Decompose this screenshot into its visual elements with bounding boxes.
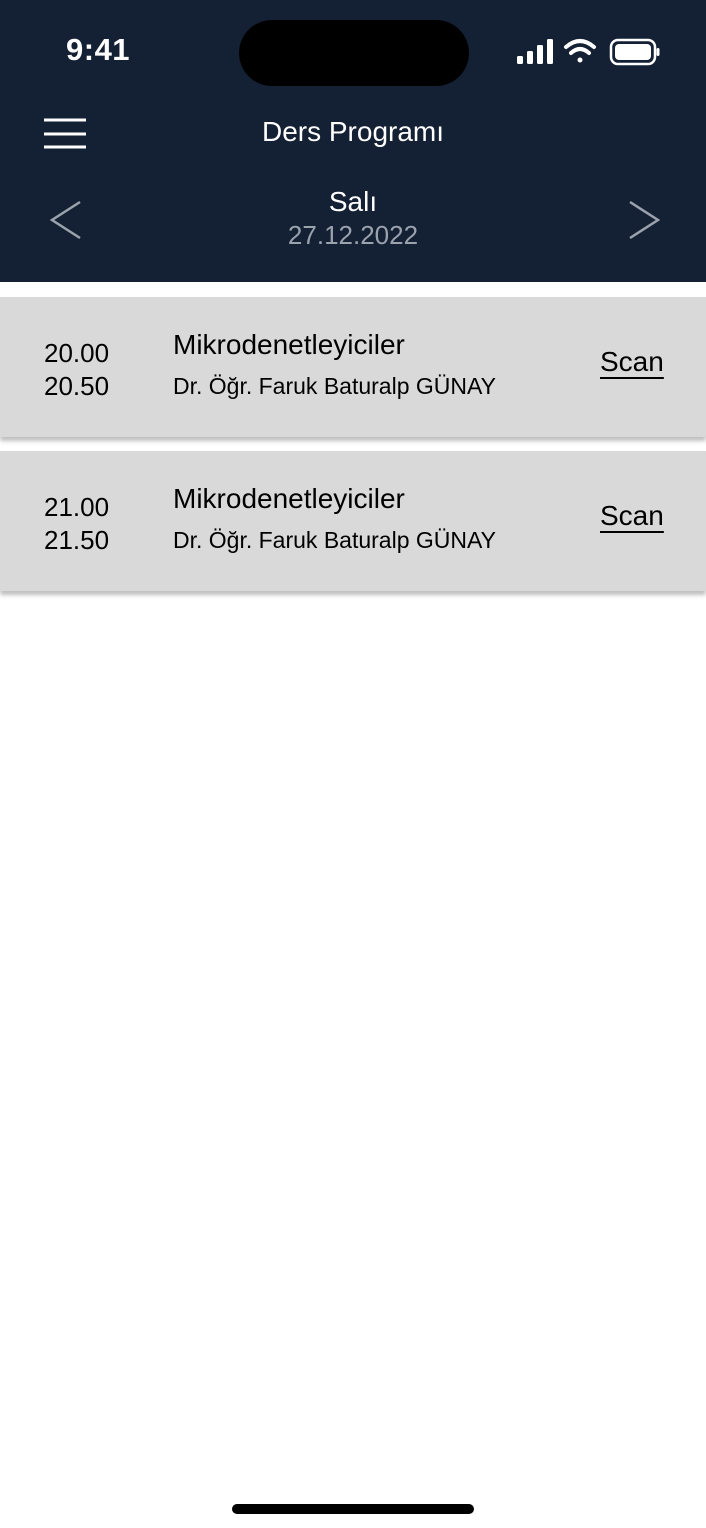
lesson-start-time: 21.00 [44, 492, 110, 522]
chevron-right-icon[interactable] [624, 196, 664, 244]
app-header: 9:41 Ders Programı Salı 27.12.2022 [0, 0, 706, 282]
teacher-name: Dr. Öğr. Faruk Baturalp GÜNAY [173, 527, 496, 553]
lesson-end-time: 20.50 [44, 371, 110, 401]
app-screen: 9:41 Ders Programı Salı 27.12.2022 20.00… [0, 0, 706, 1528]
course-name: Mikrodenetleyiciler [173, 483, 405, 514]
day-name: Salı [328, 186, 378, 217]
signal-icon [517, 39, 553, 64]
schedule-list: 20.00 20.50 Mikrodenetleyiciler Dr. Öğr.… [0, 297, 706, 605]
teacher-name: Dr. Öğr. Faruk Baturalp GÜNAY [173, 373, 496, 399]
battery-icon [609, 38, 660, 66]
lesson-end-time: 21.50 [44, 525, 110, 555]
home-indicator[interactable] [232, 1504, 474, 1514]
wifi-icon [564, 39, 596, 63]
schedule-row: 21.00 21.50 Mikrodenetleyiciler Dr. Öğr.… [0, 451, 706, 591]
course-name: Mikrodenetleyiciler [173, 329, 405, 360]
schedule-row: 20.00 20.50 Mikrodenetleyiciler Dr. Öğr.… [0, 297, 706, 437]
status-bar-icons [517, 38, 660, 66]
lesson-time: 21.00 21.50 [44, 491, 109, 557]
page-title: Ders Programı [261, 116, 445, 147]
day-date: 27.12.2022 [287, 220, 419, 250]
scan-button[interactable]: Scan [600, 500, 664, 532]
scan-button[interactable]: Scan [600, 346, 664, 378]
status-bar-time: 9:41 [66, 32, 131, 67]
lesson-start-time: 20.00 [44, 338, 110, 368]
lesson-time: 20.00 20.50 [44, 337, 109, 403]
dynamic-island [239, 20, 469, 86]
